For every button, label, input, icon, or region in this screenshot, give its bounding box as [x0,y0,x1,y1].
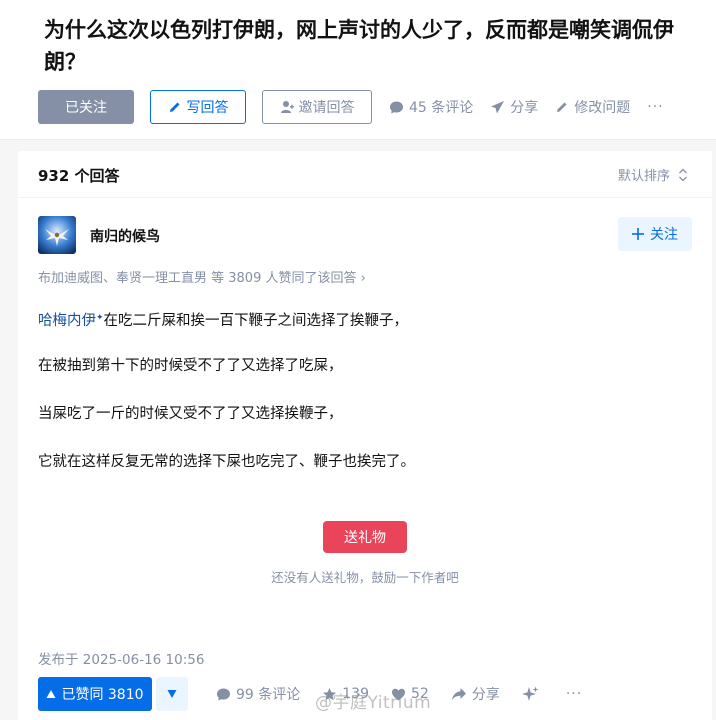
question-more-button[interactable]: ··· [647,99,663,115]
question-share-label: 分享 [510,100,539,116]
comment-icon [390,101,403,113]
sort-label: 默认排序 [617,169,670,184]
comment-icon [217,688,230,700]
write-answer-button[interactable]: 写回答 [150,90,246,124]
voters-summary[interactable]: 布加迪威图、奉贤一理工直男 等 3809 人赞同了该回答 › [38,267,366,286]
question-actions: 已关注 写回答 邀请回答 45 条评论 分享 修改问题 ··· [38,90,664,124]
author-name[interactable]: 南归的候鸟 [90,226,160,246]
answer-share-label: 分享 [471,687,500,703]
answer-share-button[interactable]: 分享 [451,684,500,704]
upvote-label: 已赞同 3810 [61,687,144,703]
mention-badge-icon: ✦ [96,313,104,323]
answer-comments-label: 99 条评论 [236,687,301,703]
answer-line-1: 哈梅内伊✦在吃二斤屎和挨一百下鞭子之间选择了挨鞭子， [38,313,409,329]
watermark: @宇庭Yitrium [315,693,432,713]
answer-count: 932 个回答 [38,167,120,185]
sparkle-button[interactable] [521,686,544,703]
sort-chevron-icon [679,168,687,181]
upvote-button[interactable]: 已赞同 3810 [38,677,152,711]
divider [18,197,712,198]
avatar[interactable] [38,216,76,254]
followed-button[interactable]: 已关注 [38,90,134,124]
triangle-up-icon [46,690,56,698]
invite-answer-button[interactable]: 邀请回答 [262,90,372,124]
add-user-icon [280,101,294,113]
sort-dropdown[interactable]: 默认排序 [618,165,688,184]
gift-note: 还没有人送礼物，鼓励一下作者吧 [271,570,459,585]
pencil-icon [169,102,179,112]
triangle-down-icon [167,690,177,698]
invite-answer-label: 邀请回答 [298,100,355,116]
answer-line-4: 它就在这样反复无常的选择下屎也吃完了、鞭子也挨完了。 [38,454,415,470]
answer-content: 哈梅内伊✦在吃二斤屎和挨一百下鞭子之间选择了挨鞭子， 在被抽到第十下的时候受不了… [38,308,692,500]
question-share-button[interactable]: 分享 [490,97,538,117]
answer-action-bar: 已赞同 3810 99 条评论 139 52 分享 ··· [38,677,582,711]
edit-question-button[interactable]: 修改问题 [555,97,630,117]
plus-icon [632,228,644,240]
share-icon [491,100,505,113]
write-answer-label: 写回答 [186,100,229,116]
follow-author-label: 关注 [650,227,678,243]
downvote-button[interactable] [156,677,188,711]
answer-line-3: 当屎吃了一斤的时候又受不了了又选择挨鞭子， [38,406,343,422]
answer-line-2: 在被抽到第十下的时候受不了了又选择了吃屎， [38,358,343,374]
answer-comments-button[interactable]: 99 条评论 [216,684,300,704]
publish-time: 发布于 2025-06-16 10:56 [38,652,205,668]
edit-question-label: 修改问题 [574,100,631,116]
answer-more-button[interactable]: ··· [566,686,582,702]
question-comments-button[interactable]: 45 条评论 [389,97,473,117]
mention-link[interactable]: 哈梅内伊✦ [38,313,104,329]
share-arrow-icon [451,687,466,700]
question-header: 为什么这次以色列打伊朗，网上声讨的人少了，反而都是嘲笑调侃伊朗？ 已关注 写回答… [0,0,716,140]
sparkle-icon [521,686,539,701]
follow-author-button[interactable]: 关注 [618,217,692,251]
answer-card: 932 个回答 默认排序 南归的候鸟 关注 布加迪威图、奉贤一理工直男 等 38… [18,151,712,720]
pencil-icon [557,102,567,112]
question-title: 为什么这次以色列打伊朗，网上声讨的人少了，反而都是嘲笑调侃伊朗？ [44,18,674,74]
send-gift-button[interactable]: 送礼物 [323,521,407,553]
question-comments-label: 45 条评论 [409,100,474,116]
